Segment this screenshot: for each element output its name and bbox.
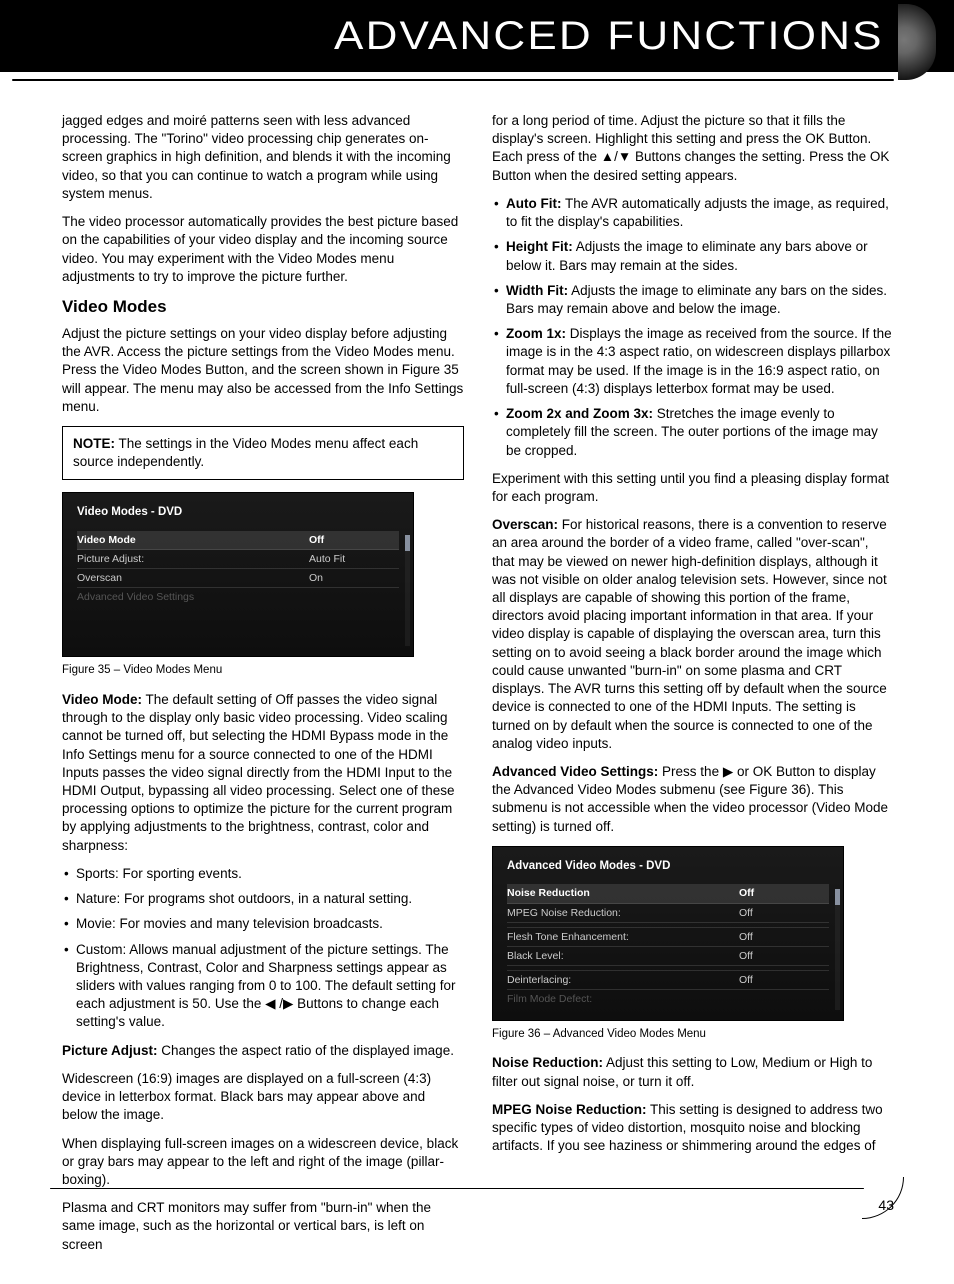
para: When displaying full-screen images on a … [62,1135,464,1190]
list-item: Zoom 1x: Displays the image as received … [494,325,894,398]
osd-row-value: Off [739,886,829,900]
figure-36-osd: Advanced Video Modes - DVD Noise Reducti… [492,846,844,1021]
osd-row-key: Black Level: [507,949,739,963]
osd-row: Flesh Tone Enhancement:Off [507,928,829,947]
note-label: NOTE: [73,436,115,451]
para: jagged edges and moiré patterns seen wit… [62,112,464,203]
para-overscan: Overscan: For historical reasons, there … [492,516,894,753]
overscan-lead: Overscan: [492,517,558,532]
osd-row: OverscanOn [77,569,399,588]
osd-row: Deinterlacing:Off [507,971,829,990]
osd-row: Black Level:Off [507,947,829,966]
osd-scroll-thumb [405,535,410,551]
overscan-body: For historical reasons, there is a conve… [492,517,887,751]
figure-36-caption: Figure 36 – Advanced Video Modes Menu [492,1027,894,1043]
fit-list: Auto Fit: The AVR automatically adjusts … [492,195,894,460]
para: The video processor automatically provid… [62,213,464,286]
osd-row-value: On [309,571,399,585]
para: for a long period of time. Adjust the pi… [492,112,894,185]
page-number: 43 [878,1197,894,1213]
para-avs: Advanced Video Settings: Press the ▶ or … [492,763,894,836]
page-header-band: ADVANCED FUNCTIONS [0,0,954,72]
osd-row-key: Flesh Tone Enhancement: [507,930,739,944]
osd-row-value: Off [739,949,829,963]
avs-lead: Advanced Video Settings: [492,764,658,779]
osd-row: Video ModeOff [77,531,399,550]
video-mode-list: Sports: For sporting events. Nature: For … [62,865,464,1032]
osd-scrollbar [835,889,840,1010]
note-body: The settings in the Video Modes menu aff… [73,436,418,469]
left-column: jagged edges and moiré patterns seen wit… [62,112,464,1264]
video-mode-body: The default setting of Off passes the vi… [62,692,454,853]
mpeg-lead: MPEG Noise Reduction: [492,1102,647,1117]
para-noise-reduction: Noise Reduction: Adjust this setting to … [492,1054,894,1090]
osd-scroll-thumb [835,889,840,905]
list-item: Custom: Allows manual adjustment of the … [64,941,464,1032]
list-item-lead: Zoom 1x: [506,326,566,341]
osd-row-key: Picture Adjust: [77,552,309,566]
para: Widescreen (16:9) images are displayed o… [62,1070,464,1125]
list-item-body: The AVR automatically adjusts the image,… [506,196,889,229]
para: Adjust the picture settings on your vide… [62,325,464,416]
heading-video-modes: Video Modes [62,296,464,319]
header-curve-decor [898,4,936,80]
osd-row-value [309,590,399,604]
osd-row-value: Off [309,533,399,547]
para: Experiment with this setting until you f… [492,470,894,506]
osd-row-value: Off [739,906,829,920]
osd-row: Advanced Video Settings [77,588,399,606]
osd-row: Film Mode Defect: [507,990,829,1008]
para-mpeg-nr: MPEG Noise Reduction: This setting is de… [492,1101,894,1156]
osd-row-key: Overscan [77,571,309,585]
osd-row-value: Off [739,973,829,987]
osd-row-value: Off [739,930,829,944]
para-picture-adjust: Picture Adjust: Changes the aspect ratio… [62,1042,464,1060]
list-item: Auto Fit: The AVR automatically adjusts … [494,195,894,231]
page-header-title: ADVANCED FUNCTIONS [334,14,884,59]
list-item-lead: Height Fit: [506,239,573,254]
list-item-lead: Auto Fit: [506,196,561,211]
osd-row-key: Deinterlacing: [507,973,739,987]
list-item: Zoom 2x and Zoom 3x: Stretches the image… [494,405,894,460]
picture-adjust-body: Changes the aspect ratio of the displaye… [158,1043,454,1058]
osd-scrollbar [405,535,410,646]
osd-row-key: MPEG Noise Reduction: [507,906,739,920]
osd-row-value: Auto Fit [309,552,399,566]
list-item: Width Fit: Adjusts the image to eliminat… [494,282,894,318]
para: Plasma and CRT monitors may suffer from … [62,1199,464,1254]
figure-35-osd: Video Modes - DVD Video ModeOffPicture A… [62,492,414,657]
page-body: jagged edges and moiré patterns seen wit… [0,72,954,1284]
note-box: NOTE: The settings in the Video Modes me… [62,426,464,480]
osd-row-value [739,992,829,1006]
nr-lead: Noise Reduction: [492,1055,603,1070]
right-column: for a long period of time. Adjust the pi… [492,112,894,1264]
para-video-mode: Video Mode: The default setting of Off p… [62,691,464,855]
osd-row: MPEG Noise Reduction:Off [507,904,829,923]
osd-title: Video Modes - DVD [77,505,399,521]
list-item-lead: Width Fit: [506,283,568,298]
header-rule [12,79,894,81]
footer-rule [50,1188,864,1190]
video-mode-lead: Video Mode: [62,692,142,707]
figure-35-caption: Figure 35 – Video Modes Menu [62,663,464,679]
list-item: Nature: For programs shot outdoors, in a… [64,890,464,908]
osd-row-key: Video Mode [77,533,309,547]
osd-row-key: Noise Reduction [507,886,739,900]
list-item: Movie: For movies and many television br… [64,915,464,933]
list-item-lead: Zoom 2x and Zoom 3x: [506,406,653,421]
osd-row-key: Film Mode Defect: [507,992,739,1006]
osd-row: Picture Adjust:Auto Fit [77,550,399,569]
osd-row-key: Advanced Video Settings [77,590,309,604]
list-item: Sports: For sporting events. [64,865,464,883]
osd-row: Noise ReductionOff [507,884,829,903]
osd-title: Advanced Video Modes - DVD [507,859,829,875]
picture-adjust-lead: Picture Adjust: [62,1043,158,1058]
list-item: Height Fit: Adjusts the image to elimina… [494,238,894,274]
